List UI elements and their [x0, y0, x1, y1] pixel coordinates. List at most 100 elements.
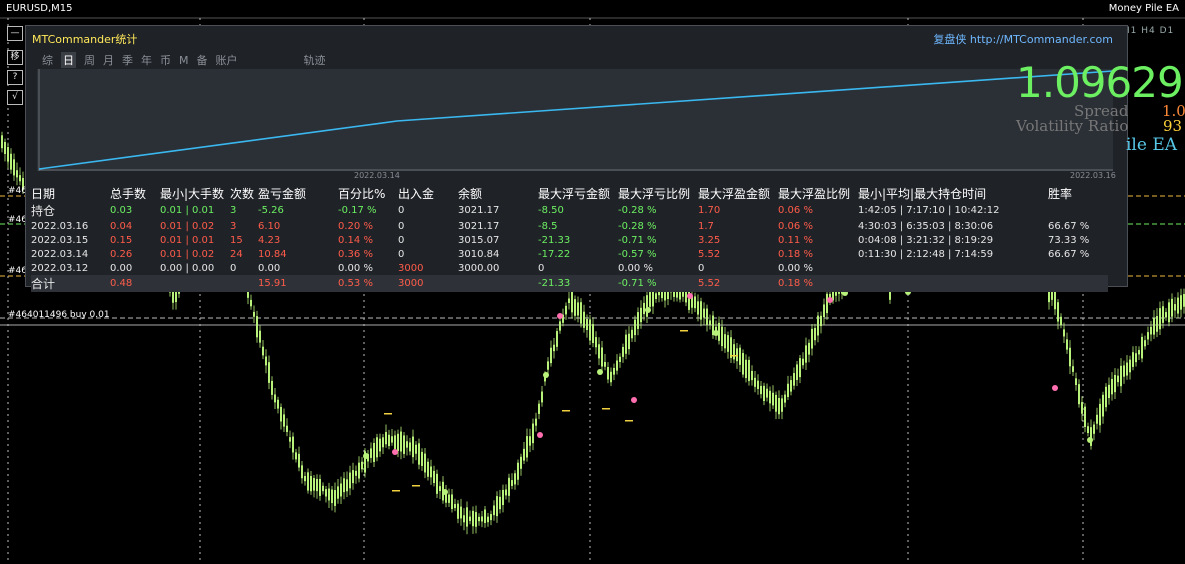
candle-body [466, 507, 468, 527]
tab-0[interactable]: 综 [42, 52, 53, 68]
tab-8[interactable]: 备 [197, 52, 208, 68]
cell-minmax: 0.01 | 0.02 [160, 220, 215, 232]
candle-body [766, 388, 768, 398]
order-tick [730, 355, 738, 357]
tab-5[interactable]: 年 [141, 52, 152, 68]
tab-3[interactable]: 月 [103, 52, 114, 68]
column-header: 总手数 [110, 187, 147, 201]
trade-marker [1087, 437, 1093, 443]
minimize-button[interactable]: — [7, 26, 23, 41]
trade-marker [645, 307, 651, 313]
cell-pnl: -5.26 [258, 205, 284, 216]
total-date: 合计 [31, 277, 56, 291]
candle-body [316, 478, 318, 492]
candle-body [814, 327, 816, 341]
tab-7[interactable]: M [179, 54, 189, 67]
site-link[interactable]: 复盘侠 http://MTCommander.com [933, 31, 1113, 47]
tab-6[interactable]: 币 [160, 52, 171, 68]
candle-body [388, 434, 390, 447]
column-header: 胜率 [1048, 187, 1073, 201]
candle-body [514, 473, 516, 485]
cell-pct: 0.20 % [338, 220, 373, 232]
candle-body [520, 456, 522, 469]
candle-body [403, 435, 405, 454]
tab-9[interactable]: 账户 [216, 52, 238, 68]
candle-body [373, 443, 375, 462]
stats-table: 日期 总手数 最小|大手数 次数 盈亏金额 百分比% 出入金 余额 最大浮亏金额 最大浮亏比例 最大… [31, 185, 1108, 292]
candle-body [487, 516, 489, 523]
candle-body [1123, 365, 1125, 377]
candle-body [385, 432, 387, 445]
candle-body [175, 291, 177, 303]
candle-body [496, 496, 498, 517]
candle-body [409, 442, 411, 452]
cell-maxlosspct: -0.71 % [618, 234, 657, 246]
candle-body [349, 472, 351, 489]
candle-body [1093, 424, 1095, 434]
candle-body [523, 448, 525, 461]
candle-body [601, 347, 603, 367]
candle-body [733, 344, 735, 360]
candle-body [646, 295, 648, 317]
help-button[interactable]: ? [7, 70, 23, 85]
tab-10[interactable]: 轨迹 [304, 52, 326, 68]
volatility-value: 93 [1163, 117, 1183, 135]
trade-marker [687, 293, 693, 299]
tab-1[interactable]: 日 [61, 52, 76, 68]
candle-body [352, 470, 354, 484]
candle-body [787, 383, 789, 398]
candle-body [580, 302, 582, 324]
candle-body [424, 453, 426, 473]
tab-2[interactable]: 周 [84, 52, 95, 68]
candle-body [820, 315, 822, 327]
table-row: 持仓 0.03 0.01 | 0.01 3 -5.26 -0.17 % 0 3021.17 -8… [31, 202, 1108, 219]
candle-body [739, 347, 741, 365]
candle-body [508, 477, 510, 496]
candle-body [259, 330, 261, 343]
equity-curve-svg [38, 69, 1114, 171]
candle-body [628, 333, 630, 350]
cell-maxlosspct: 0.00 % [618, 262, 653, 274]
candle-body [376, 437, 378, 458]
cell-maxprofitpct: 0.11 % [778, 234, 813, 246]
confirm-button[interactable]: √ [7, 90, 23, 105]
move-button[interactable]: 移 [7, 50, 23, 65]
candle-body [478, 516, 480, 522]
candle-body [301, 465, 303, 479]
column-header: 最大浮盈比例 [778, 187, 851, 201]
cell-flow: 0 [398, 220, 405, 232]
cell-balance: 3010.84 [458, 248, 500, 260]
candle-body [1153, 317, 1155, 335]
candle-body [1072, 366, 1074, 372]
candle-body [589, 319, 591, 341]
cell-maxprofit: 5.52 [698, 248, 721, 260]
tab-4[interactable]: 季 [122, 52, 133, 68]
candle-body [1126, 362, 1128, 376]
total-maxlosspct: -0.71 % [618, 278, 657, 289]
candle-body [511, 480, 513, 486]
candle-body [430, 466, 432, 478]
cell-hold: 1:42:05 | 7:17:10 | 10:42:12 [858, 205, 1000, 216]
candle-body [1180, 295, 1182, 310]
column-header: 次数 [230, 187, 255, 201]
candle-body [745, 359, 747, 379]
candle-body [448, 494, 450, 503]
candle-body [637, 312, 639, 329]
candle-body [532, 423, 534, 444]
candle-body [616, 360, 618, 371]
candle-body [493, 505, 495, 516]
candle-body [1114, 374, 1116, 393]
candle-body [796, 364, 798, 381]
candle-body [1099, 403, 1101, 426]
cell-flow: 0 [398, 205, 405, 216]
candle-body [1087, 426, 1089, 434]
cell-win: 73.33 % [1048, 234, 1090, 246]
equity-date-left: 2022.03.14 [354, 171, 400, 180]
cell-lots: 0.26 [110, 248, 133, 260]
candle-body [484, 509, 486, 523]
candle-body [1057, 302, 1059, 322]
candle-body [457, 503, 459, 519]
cell-date: 持仓 [31, 204, 56, 218]
candle-body [313, 478, 315, 491]
candle-body [619, 356, 621, 362]
